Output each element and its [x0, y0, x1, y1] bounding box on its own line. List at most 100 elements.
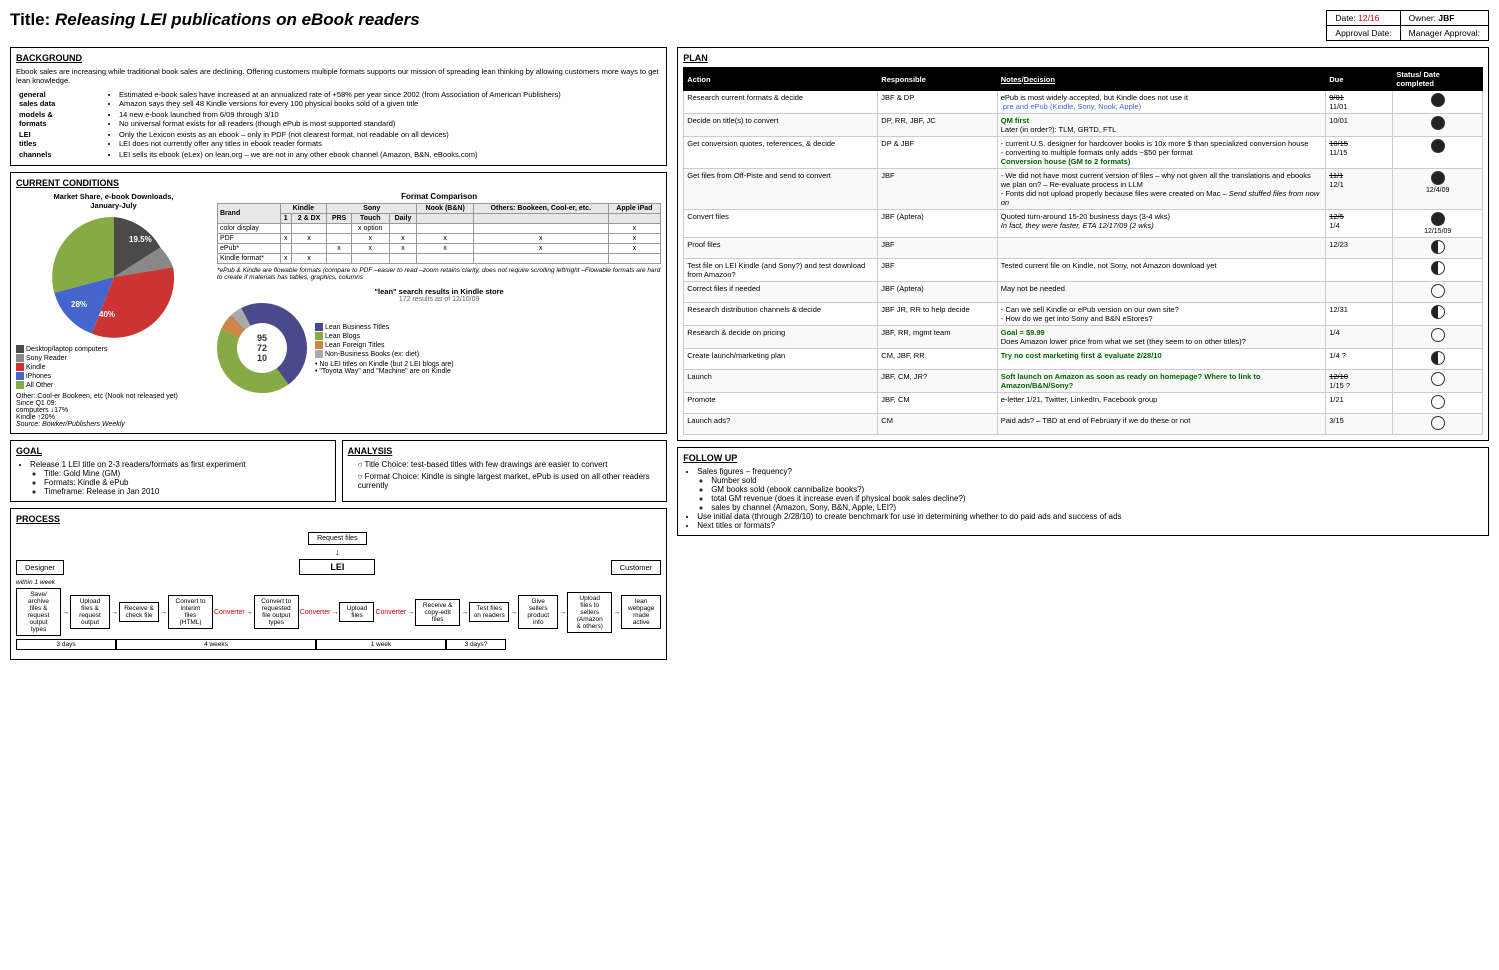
plan-header-row: Action Responsible Notes/Decision Due St…	[684, 68, 1483, 91]
conditions-inner: Market Share, e-book Downloads,January-J…	[16, 192, 661, 428]
bg-row-general: generalsales data Estimated e-book sales…	[16, 89, 661, 109]
legend-item-sony: Sony Reader	[16, 354, 211, 362]
legend-color-sony	[16, 354, 24, 362]
kindle-notes: • No LEI titles on Kindle (but 2 LEI blo…	[315, 361, 661, 375]
format-feature-pdf: PDF	[218, 234, 281, 244]
process-actors: Designer Request files ↓ LEI Customer	[16, 532, 661, 575]
goal-analysis-row: GOAL Release 1 LEI title on 2-3 readers/…	[10, 440, 667, 502]
format-th-ipad: Apple iPad	[608, 204, 661, 214]
legend-color-desktop	[16, 345, 24, 353]
format-th-sdaily: Daily	[389, 214, 417, 224]
analysis-list: ○ Title Choice: test-based titles with f…	[348, 460, 662, 490]
node-test: Test fileson readers	[469, 602, 509, 622]
plan-action-10: Research & decide on pricing	[684, 326, 878, 349]
analysis-section: ANALYSIS ○ Title Choice: test-based titl…	[342, 440, 668, 502]
arrow-8: →	[510, 609, 517, 616]
plan-responsible-5: JBF (Aptera)	[878, 210, 997, 238]
format-th-sony: Sony	[327, 204, 417, 214]
process-section: PROCESS Designer Request files ↓ LEI Cus…	[10, 508, 667, 660]
legend-item-iphones: iPhones	[16, 372, 211, 380]
format-row-color: color display x option x	[218, 224, 661, 234]
format-row-pdf: PDF x x x x x x x	[218, 234, 661, 244]
status-circle-full-3	[1431, 139, 1445, 153]
arrow-6: →	[407, 609, 414, 616]
goal-item-1: Release 1 LEI title on 2-3 readers/forma…	[30, 460, 330, 469]
format-th-model-nook	[417, 214, 474, 224]
format-comparison-area: Format Comparison Brand Kindle Sony Nook…	[217, 192, 661, 428]
plan-row-1: Research current formats & decide JBF & …	[684, 91, 1483, 114]
converter-label-1: Converter	[214, 609, 245, 616]
plan-responsible-4: JBF	[878, 169, 997, 210]
node-upload-sellers: Uploadfiles tosellers(Amazon& others)	[567, 592, 612, 633]
status-circle-half-11	[1431, 351, 1445, 365]
converter-label-2: Converter	[300, 609, 331, 616]
plan-row-8: Correct files if needed JBF (Aptera) May…	[684, 282, 1483, 303]
plan-title: PLAN	[683, 53, 1483, 63]
background-title: BACKGROUND	[16, 53, 661, 63]
node-give-sellers: Givesellersproductinfo	[518, 595, 558, 629]
status-circle-half-6	[1431, 240, 1445, 254]
node-lean-webpage: leanwebpagemadeactive	[621, 595, 661, 629]
plan-notes-13: e-letter 1/21, Twitter, LinkedIn, Facebo…	[997, 393, 1325, 414]
plan-action-6: Proof files	[684, 238, 878, 259]
plan-row-9: Research distribution channels & decide …	[684, 303, 1483, 326]
process-nodes-row: Save/archivefiles &requestoutputtypes → …	[16, 588, 661, 636]
goal-title: GOAL	[16, 446, 330, 456]
bg-content-channels: LEI sells its ebook (eLex) on lean.org –…	[106, 149, 661, 160]
plan-section: PLAN Action Responsible Notes/Decision D…	[677, 47, 1489, 441]
plan-notes-14: Paid ads? – TBD at end of February if we…	[997, 414, 1325, 435]
format-th-kindle: Kindle	[280, 204, 327, 214]
kindle-search-subtitle: 172 results as of 12/10/09	[217, 296, 661, 303]
legend-color-iphones	[16, 372, 24, 380]
plan-action-1: Research current formats & decide	[684, 91, 878, 114]
format-th-model-others	[473, 214, 608, 224]
donut-label-10: 10	[257, 353, 267, 363]
kindle-search-right: Lean Business Titles Lean Blogs Lean For…	[315, 323, 661, 375]
donut-svg: 95 72 10	[217, 303, 307, 393]
kindle-search-title: "lean" search results in Kindle store	[217, 287, 661, 296]
plan-notes-9: - Can we sell Kindle or ePub version on …	[997, 303, 1325, 326]
arrow-5: →	[331, 609, 338, 616]
plan-status-2	[1393, 114, 1483, 137]
process-flow: Save/archivefiles &requestoutputtypes → …	[16, 588, 661, 636]
plan-due-14: 3/15	[1326, 414, 1393, 435]
within-1-week-label: within 1 week	[16, 579, 661, 586]
format-th-k2: 2 & DX	[291, 214, 326, 224]
plan-due-8	[1326, 282, 1393, 303]
status-circle-full-1	[1431, 93, 1445, 107]
owner-cell: Owner: JBF	[1400, 11, 1488, 26]
legend-nonbusiness: Non-Business Books (ex: diet)	[315, 350, 661, 358]
plan-status-4: 12/4/09	[1393, 169, 1483, 210]
plan-status-1	[1393, 91, 1483, 114]
format-row-kindle-format: Kindle format* x x	[218, 254, 661, 264]
request-files-box: Request files	[308, 532, 366, 545]
main-layout: BACKGROUND Ebook sales are increasing wh…	[10, 47, 1489, 660]
converter-label-3: Converter	[375, 609, 406, 616]
bg-row-lei: LEItitles Only the Lexicon exists as an …	[16, 129, 661, 149]
donut-chart: 95 72 10	[217, 303, 307, 395]
plan-row-2: Decide on title(s) to convert DP, RR, JB…	[684, 114, 1483, 137]
node-receive-copyedit: Receive &copy-editfiles	[415, 599, 460, 626]
legend-foreign: Lean Foreign Titles	[315, 341, 661, 349]
plan-th-status: Status/ Date completed	[1393, 68, 1483, 91]
plan-due-7	[1326, 259, 1393, 282]
background-table: generalsales data Estimated e-book sales…	[16, 89, 661, 160]
plan-responsible-13: JBF, CM	[878, 393, 997, 414]
plan-due-3: 10/1511/15	[1326, 137, 1393, 169]
bg-row-models: models &formats 14 new e-book launched f…	[16, 109, 661, 129]
arrow-1: →	[62, 609, 69, 616]
background-section: BACKGROUND Ebook sales are increasing wh…	[10, 47, 667, 166]
node-save: Save/archivefiles &requestoutputtypes	[16, 588, 61, 636]
bg-label-lei: LEItitles	[16, 129, 106, 149]
plan-due-10: 1/4	[1326, 326, 1393, 349]
kindle-legend: Lean Business Titles Lean Blogs Lean For…	[315, 323, 661, 358]
process-diagram: Designer Request files ↓ LEI Customer wi…	[16, 528, 661, 654]
plan-action-7: Test file on LEI Kindle (and Sony?) and …	[684, 259, 878, 282]
format-th-others: Others: Bookeen, Cool-er, etc.	[473, 204, 608, 214]
manager-approval-cell: Manager Approval:	[1400, 26, 1488, 41]
plan-th-action: Action	[684, 68, 878, 91]
status-circle-full-4	[1431, 171, 1445, 185]
bg-label-general: generalsales data	[16, 89, 106, 109]
bg-row-channels: channels LEI sells its ebook (eLex) on l…	[16, 149, 661, 160]
plan-responsible-11: CM, JBF, RR	[878, 349, 997, 370]
